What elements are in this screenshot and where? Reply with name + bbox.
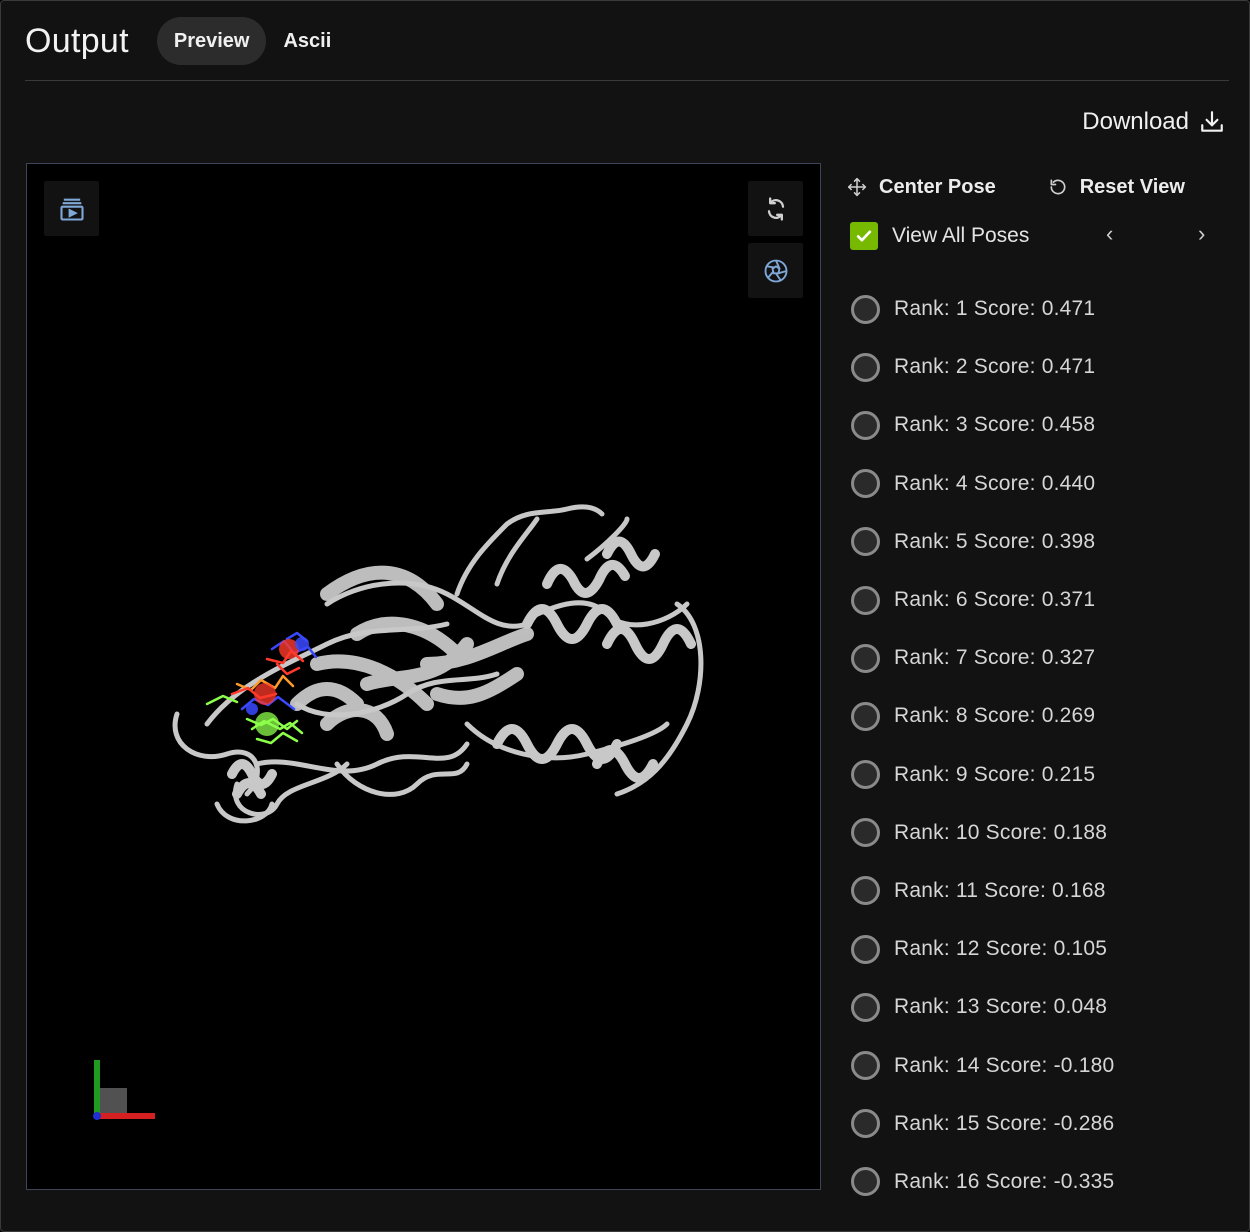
reset-view-button[interactable]: Reset View [1048,176,1185,199]
pose-item[interactable]: Rank: 7 Score: 0.327 [847,629,1227,687]
pose-radio[interactable] [851,818,880,848]
pose-label: Rank: 8 Score: 0.269 [894,704,1096,728]
pose-label: Rank: 4 Score: 0.440 [894,471,1096,495]
axes-indicator [93,1060,155,1120]
pose-label: Rank: 11 Score: 0.168 [894,878,1106,902]
pose-radio[interactable] [851,701,880,731]
pose-label: Rank: 5 Score: 0.398 [894,529,1096,553]
pose-item[interactable]: Rank: 10 Score: 0.188 [847,804,1227,862]
rotate-icon [767,196,784,221]
tab-preview[interactable]: Preview [156,17,267,65]
pose-radio[interactable] [851,585,880,615]
prev-pose-button[interactable]: ‹ [1106,223,1113,245]
molecule-viewer[interactable] [26,163,821,1190]
pose-item[interactable]: Rank: 8 Score: 0.269 [847,687,1227,745]
output-header: Output Preview Ascii [25,15,348,67]
check-icon [856,230,872,242]
pose-item[interactable]: Rank: 3 Score: 0.458 [847,396,1227,454]
pose-item[interactable]: Rank: 5 Score: 0.398 [847,513,1227,571]
pose-label: Rank: 14 Score: -0.180 [894,1053,1115,1077]
playlist-button[interactable] [44,181,99,236]
download-button[interactable]: Download [1082,105,1225,139]
center-pose-button[interactable]: Center Pose [847,176,996,199]
pose-list: Rank: 1 Score: 0.471 Rank: 2 Score: 0.471… [847,280,1227,1211]
view-actions: Center Pose Reset View [847,167,1227,207]
pose-item[interactable]: Rank: 15 Score: -0.286 [847,1095,1227,1153]
pose-radio[interactable] [851,1051,880,1081]
reset-view-label: Reset View [1079,175,1185,198]
pose-item[interactable]: Rank: 13 Score: 0.048 [847,978,1227,1036]
pose-item[interactable]: Rank: 11 Score: 0.168 [847,862,1227,920]
pose-label: Rank: 3 Score: 0.458 [894,413,1096,437]
pose-radio[interactable] [851,352,880,382]
pose-radio[interactable] [851,876,880,906]
view-all-label: View All Poses [892,224,1030,247]
pose-radio[interactable] [851,992,880,1022]
pose-label: Rank: 15 Score: -0.286 [894,1111,1115,1135]
pose-radio[interactable] [851,1167,880,1197]
download-label: Download [1082,108,1189,135]
move-icon [847,177,867,197]
pose-radio[interactable] [851,469,880,499]
view-all-row: View All Poses ‹ › [847,213,1227,259]
pose-item[interactable]: Rank: 16 Score: -0.335 [847,1153,1227,1211]
pose-label: Rank: 10 Score: 0.188 [894,820,1108,844]
pose-item[interactable]: Rank: 12 Score: 0.105 [847,920,1227,978]
pose-label: Rank: 7 Score: 0.327 [894,646,1096,670]
center-pose-label: Center Pose [879,175,996,198]
view-all-checkbox[interactable] [850,222,878,250]
protein-structure [172,504,704,824]
pose-item[interactable]: Rank: 1 Score: 0.471 [847,280,1227,338]
pose-label: Rank: 12 Score: 0.105 [894,937,1108,961]
pose-panel: Center Pose Reset View View All Poses ‹ … [847,167,1227,1211]
pose-item[interactable]: Rank: 14 Score: -0.180 [847,1036,1227,1094]
tab-ascii[interactable]: Ascii [266,17,348,65]
pose-label: Rank: 1 Score: 0.471 [894,297,1096,321]
pose-radio[interactable] [851,643,880,673]
pose-label: Rank: 9 Score: 0.215 [894,762,1096,786]
reset-icon [1050,179,1066,195]
header-divider [25,80,1229,81]
next-pose-button[interactable]: › [1198,223,1205,245]
pose-label: Rank: 16 Score: -0.335 [894,1169,1115,1193]
pose-item[interactable]: Rank: 2 Score: 0.471 [847,338,1227,396]
pose-label: Rank: 2 Score: 0.471 [894,355,1096,379]
pose-radio[interactable] [851,410,880,440]
playlist-icon [59,198,84,221]
pose-item[interactable]: Rank: 9 Score: 0.215 [847,746,1227,804]
aperture-icon [764,259,787,282]
pose-item[interactable]: Rank: 6 Score: 0.371 [847,571,1227,629]
pose-radio[interactable] [851,1109,880,1139]
pose-radio[interactable] [851,294,880,324]
aperture-button[interactable] [748,243,803,298]
pose-radio[interactable] [851,760,880,790]
pose-radio[interactable] [851,527,880,557]
pose-radio[interactable] [851,934,880,964]
page-title: Output [25,21,129,60]
pose-label: Rank: 6 Score: 0.371 [894,588,1096,612]
pose-label: Rank: 13 Score: 0.048 [894,995,1108,1019]
rotate-button[interactable] [748,181,803,236]
pose-item[interactable]: Rank: 4 Score: 0.440 [847,455,1227,513]
output-panel: Output Preview Ascii Download Center Pos… [0,0,1250,1232]
download-icon [1201,111,1223,132]
